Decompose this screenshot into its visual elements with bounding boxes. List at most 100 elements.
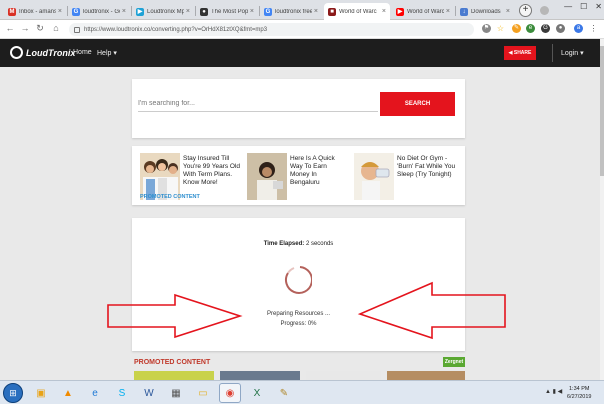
browser-tab[interactable]: ↓ Downloads × (456, 3, 514, 20)
word-icon[interactable]: W (138, 383, 160, 403)
chrome-icon[interactable]: ◉ (219, 383, 241, 403)
profile-icon[interactable] (540, 6, 549, 15)
youtube-icon: ▶ (396, 7, 404, 16)
scrollbar-thumb[interactable] (600, 46, 604, 176)
browser-tab[interactable]: ▶ World of Warc × (392, 3, 454, 20)
menu-icon[interactable]: ⋮ (589, 24, 598, 33)
zergnet-badge[interactable]: Zergnet (443, 357, 465, 367)
skype-icon[interactable]: S (111, 383, 133, 403)
close-tab-icon[interactable]: × (58, 8, 62, 15)
tab-title: The Most Popu (211, 8, 248, 15)
login-menu[interactable]: Login ▾ (561, 49, 584, 57)
tab-title: loudtronix - Go (83, 8, 120, 15)
close-tab-icon[interactable]: × (506, 8, 510, 15)
grammarly-icon[interactable]: G (541, 24, 550, 33)
nav-help-menu[interactable]: Help ▾ (97, 49, 117, 57)
woman-photo-image (247, 153, 287, 200)
time-elapsed-value: 2 seconds (305, 241, 334, 247)
browser-tab[interactable]: ● The Most Popu × (196, 3, 258, 20)
minimize-icon[interactable]: — (564, 2, 572, 11)
gmail-icon: M (8, 7, 16, 16)
close-tab-icon[interactable]: × (446, 8, 450, 15)
system-tray-icons[interactable]: ▲ ▮ ◀ (545, 388, 562, 395)
close-tab-icon[interactable]: × (382, 8, 386, 15)
account-avatar[interactable]: a (574, 24, 583, 33)
clock-time: 1:34 PM (568, 386, 590, 392)
tab-title: Downloads (471, 8, 501, 15)
pencil-icon[interactable]: ✎ (512, 24, 521, 33)
home-icon[interactable]: ⌂ (51, 23, 61, 33)
promoted-content-footer: PROMOTED CONTENT Zergnet (132, 356, 465, 380)
headphone-icon (10, 46, 23, 59)
promo-thumbnail[interactable] (306, 371, 381, 380)
promo-text: Here Is A Quick Way To Earn Money In Ben… (290, 155, 335, 186)
google-icon: G (264, 7, 272, 16)
window-controls: — ☐ ✕ (564, 2, 602, 11)
browser-tab[interactable]: ■ World of Warc × (324, 3, 390, 20)
extension-icon[interactable]: ⚑ (482, 24, 491, 33)
site-logo[interactable]: LoudTronix (10, 46, 75, 59)
close-tab-icon[interactable]: × (186, 8, 190, 15)
google-icon: G (72, 7, 80, 16)
tab-title: loudtronix free (275, 8, 312, 15)
clock-date: 6/27/2019 (567, 394, 592, 400)
tab-title: Loudtronix Mp (147, 8, 184, 15)
start-button[interactable]: ⊞ (3, 383, 23, 403)
conversion-progress-card: Time Elapsed: 2 seconds Preparing Resour… (132, 218, 465, 351)
search-input[interactable] (138, 96, 378, 112)
drinking-photo-image (354, 153, 394, 200)
forward-icon[interactable]: → (20, 23, 30, 33)
close-tab-icon[interactable]: × (122, 8, 126, 15)
internet-explorer-icon[interactable]: e (84, 383, 106, 403)
close-tab-icon[interactable]: × (250, 8, 254, 15)
time-elapsed: Time Elapsed: 2 seconds (132, 241, 465, 247)
loudtronix-dark-icon: ■ (328, 7, 336, 16)
promo-item[interactable]: Stay Insured Till You're 99 Years Old Wi… (140, 153, 240, 200)
browser-toolbar: ← → ↻ ⌂ https://www.loudtronix.co/conver… (0, 20, 604, 39)
vlc-icon[interactable]: ▲ (57, 383, 79, 403)
clock[interactable]: 1:34 PM 6/27/2019 (567, 385, 591, 401)
search-button[interactable]: SEARCH (380, 92, 455, 116)
family-photo-image (140, 153, 180, 200)
browser-tab[interactable]: M Inbox - amanst × (4, 3, 66, 20)
page-scrollbar[interactable] (600, 39, 604, 380)
close-tab-icon[interactable]: × (314, 8, 318, 15)
download-icon: ↓ (460, 7, 468, 16)
site-header: LoudTronix Home Help ▾ ◀ SHARE Login ▾ (0, 39, 600, 67)
media-player-icon[interactable]: ▣ (30, 383, 52, 403)
search-card: SEARCH (132, 79, 465, 138)
reload-icon[interactable]: ↻ (35, 23, 45, 34)
promo-thumbnail[interactable] (387, 371, 465, 380)
browser-tab[interactable]: ▶ Loudtronix Mp × (132, 3, 194, 20)
lock-icon (74, 26, 80, 33)
file-explorer-icon[interactable]: ▭ (192, 383, 214, 403)
browser-tab[interactable]: Gloudtronix - Go × (68, 3, 130, 20)
back-icon[interactable]: ← (5, 23, 15, 33)
promo-item[interactable]: No Diet Or Gym - 'Burn' Fat While You Sl… (354, 153, 460, 200)
new-tab-button[interactable]: + (519, 4, 532, 17)
nav-home-link[interactable]: Home (73, 49, 92, 56)
evernote-icon[interactable]: e (526, 24, 535, 33)
promo-thumbnail[interactable] (134, 371, 214, 380)
close-window-icon[interactable]: ✕ (595, 2, 602, 11)
excel-icon[interactable]: X (246, 383, 268, 403)
loudtronix-icon: ▶ (136, 7, 144, 16)
tab-title: Inbox - amanst (19, 8, 56, 15)
address-bar[interactable]: https://www.loudtronix.co/converting.php… (69, 23, 474, 36)
url-text: https://www.loudtronix.co/converting.php… (84, 26, 268, 33)
browser-tab[interactable]: Gloudtronix free × (260, 3, 322, 20)
promo-thumbnail[interactable] (220, 371, 300, 380)
promoted-content-card: Stay Insured Till You're 99 Years Old Wi… (132, 146, 465, 205)
extension-gray-icon[interactable]: ● (556, 24, 565, 33)
share-button[interactable]: ◀ SHARE (504, 46, 536, 60)
browser-tab-strip: M Inbox - amanst × Gloudtronix - Go × ▶ Loudtr… (0, 0, 604, 20)
header-divider (552, 44, 553, 62)
loading-spinner-icon (285, 266, 312, 294)
promoted-content-label: PROMOTED CONTENT (140, 194, 200, 200)
paint-icon[interactable]: ✎ (273, 383, 295, 403)
maximize-icon[interactable]: ☐ (580, 2, 587, 11)
calculator-icon[interactable]: ▦ (165, 383, 187, 403)
star-icon[interactable]: ☆ (496, 24, 505, 33)
windows-taskbar: ⊞ ▣ ▲ e S W ▦ ▭ ◉ X ✎ ▲ ▮ ◀ 1:34 PM 6/27… (0, 380, 604, 404)
promo-item[interactable]: Here Is A Quick Way To Earn Money In Ben… (247, 153, 347, 200)
